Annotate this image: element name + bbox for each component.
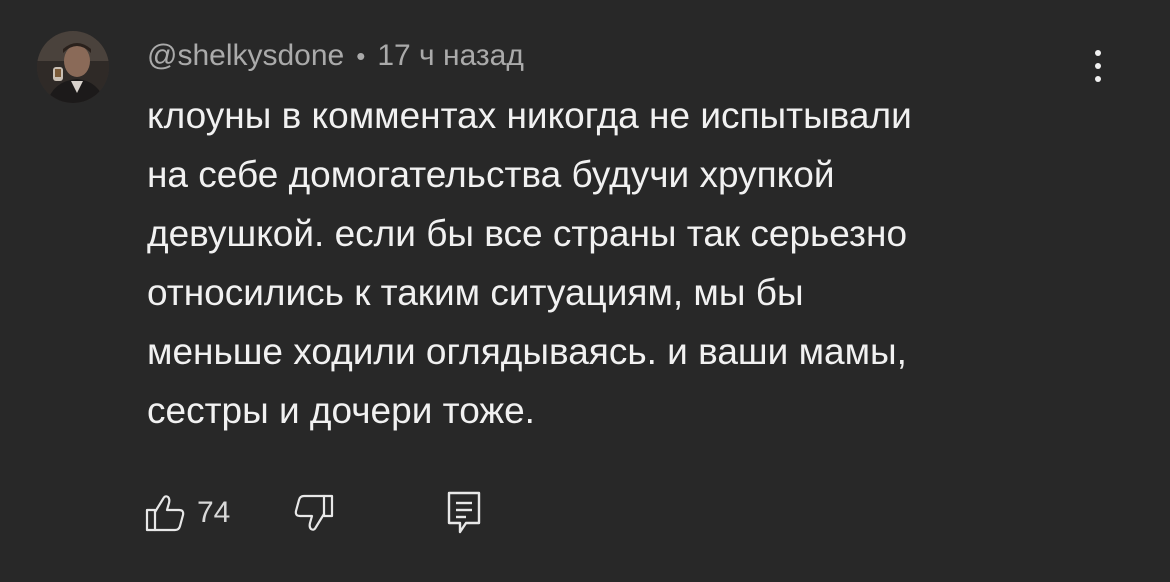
dislike-button[interactable] (292, 493, 336, 533)
author-name[interactable]: @shelkysdone (147, 39, 344, 73)
more-vertical-icon-dot (1095, 63, 1101, 69)
like-count: 74 (197, 496, 231, 529)
comment-actions: 74 (143, 488, 482, 538)
more-vertical-icon (1095, 50, 1101, 56)
avatar[interactable] (37, 31, 109, 103)
thumbs-up-icon (145, 495, 185, 532)
comment-header: @shelkysdone • 17 ч назад (147, 38, 524, 74)
reply-button[interactable] (446, 490, 482, 536)
comment-reply-icon (448, 491, 481, 534)
comment-text: клоуны в комментах никогда не испытывали… (147, 95, 912, 431)
more-options-button[interactable] (1080, 44, 1116, 88)
thumbs-down-icon (295, 494, 334, 531)
comment-timestamp[interactable]: 17 ч назад (377, 39, 524, 73)
comment-card: @shelkysdone • 17 ч назад клоуны в комме… (0, 0, 1170, 582)
meta-separator: • (356, 40, 366, 71)
avatar-image (37, 31, 109, 103)
more-vertical-icon-dot (1095, 76, 1101, 82)
like-button[interactable]: 74 (143, 493, 230, 533)
